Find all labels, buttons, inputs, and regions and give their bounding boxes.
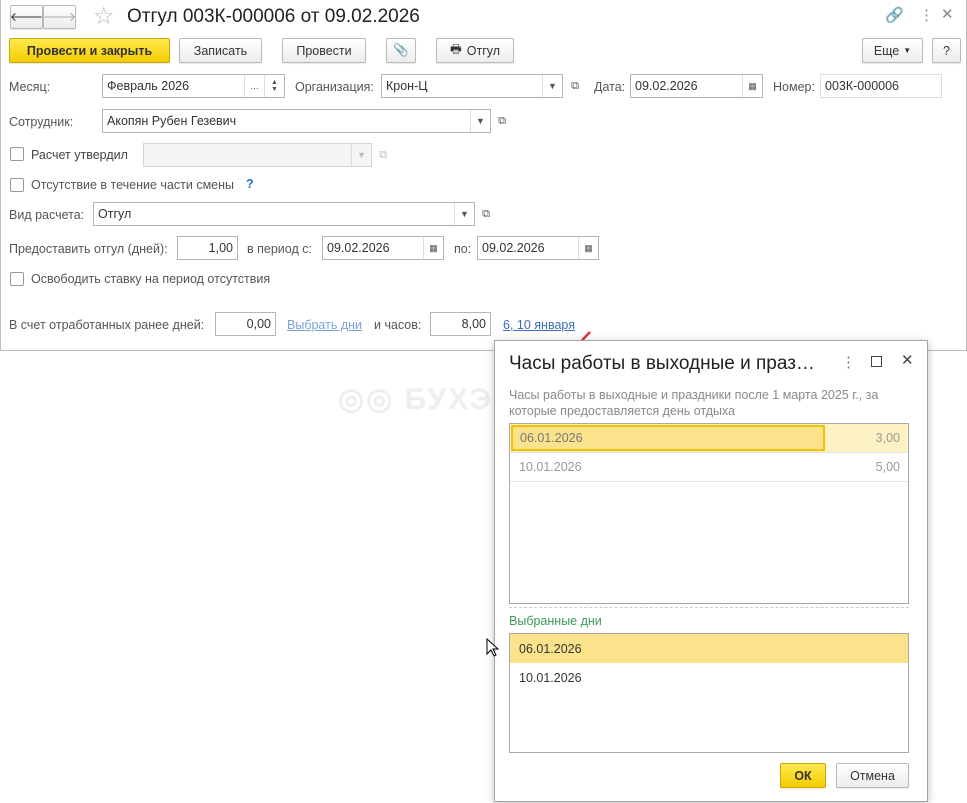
more-vert-icon[interactable]: ⋮ [919, 6, 934, 24]
print-label: Отгул [466, 43, 501, 58]
partial-checkbox[interactable] [10, 178, 24, 192]
month-label: Месяц: [9, 80, 51, 94]
ok-button[interactable]: ОК [780, 763, 826, 788]
date-cell: 10.01.2026 [519, 671, 582, 685]
link-icon[interactable]: 🔗 [885, 6, 904, 24]
days-field[interactable]: 1,00 [177, 236, 238, 260]
working-hours-dialog: Часы работы в выходные и праз… ⋮ ✕ Часы … [494, 340, 928, 802]
ellipsis-button[interactable]: … [244, 75, 264, 97]
period-from-label: в период с: [247, 242, 312, 256]
open-icon[interactable]: ⧉ [372, 144, 394, 166]
hours-cell: 5,00 [875, 460, 900, 474]
open-icon[interactable]: ⧉ [564, 75, 586, 97]
period-to-field[interactable]: 09.02.2026 ▦ [477, 236, 599, 260]
period-to-label: по: [454, 242, 472, 256]
arrow-left-icon: 🡐 [9, 9, 44, 24]
more-label: Еще [873, 43, 900, 58]
table-row[interactable]: 06.01.2026 [510, 634, 908, 663]
date-cell: 06.01.2026 [511, 425, 825, 451]
calendar-icon[interactable]: ▦ [423, 237, 443, 259]
dropdown-icon[interactable]: ▼ [470, 110, 490, 132]
maximize-icon[interactable] [871, 356, 882, 367]
employee-field[interactable]: Акопян Рубен Гезевич ▼ [102, 109, 491, 133]
help-icon[interactable]: ? [246, 177, 254, 191]
help-button[interactable]: ? [932, 38, 961, 63]
selected-days-table: 06.01.2026 10.01.2026 [509, 633, 909, 753]
save-button[interactable]: Записать [179, 38, 262, 63]
table-row[interactable]: 10.01.2026 [510, 663, 908, 692]
hours-label: и часов: [374, 318, 422, 332]
date-cell: 10.01.2026 [519, 460, 582, 474]
cancel-button[interactable]: Отмена [836, 763, 909, 788]
calendar-icon[interactable]: ▦ [578, 237, 598, 259]
selected-days-label: Выбранные дни [509, 614, 602, 628]
release-checkbox[interactable] [10, 272, 24, 286]
period-to-value: 09.02.2026 [482, 241, 545, 255]
table-row[interactable]: 06.01.2026 3,00 [510, 424, 908, 453]
window-title: Отгул 003К-000006 от 09.02.2026 [127, 6, 420, 27]
calc-type-field[interactable]: Отгул ▼ [93, 202, 475, 226]
approved-label: Расчет утвердил [31, 148, 128, 162]
employee-value: Акопян Рубен Гезевич [107, 114, 237, 128]
arrow-right-icon: 🡒 [42, 9, 77, 24]
number-field[interactable]: 003К-000006 [820, 74, 942, 98]
calc-type-value: Отгул [98, 207, 132, 221]
date-field[interactable]: 09.02.2026 ▦ [630, 74, 763, 98]
number-label: Номер: [773, 80, 815, 94]
divider [509, 607, 909, 608]
dialog-title: Часы работы в выходные и праз… [509, 353, 815, 374]
date-label: Дата: [594, 80, 626, 94]
print-button[interactable]: 🖶 Отгул [436, 38, 514, 63]
post-and-close-button[interactable]: Провести и закрыть [9, 38, 170, 63]
printer-icon: 🖶 [449, 42, 462, 56]
mouse-cursor-icon [486, 638, 500, 657]
close-icon[interactable]: ✕ [941, 5, 954, 23]
post-button[interactable]: Провести [282, 38, 366, 63]
period-from-value: 09.02.2026 [327, 241, 390, 255]
month-field[interactable]: Февраль 2026 … ▲ ▼ [102, 74, 285, 98]
document-form: 🡐 🡒 ☆ Отгул 003К-000006 от 09.02.2026 🔗 … [0, 0, 967, 351]
star-icon[interactable]: ☆ [93, 2, 115, 31]
attach-button[interactable]: 📎 [386, 38, 416, 63]
more-button[interactable]: Еще ▼ [862, 38, 923, 63]
dialog-description: Часы работы в выходные и праздники после… [509, 388, 879, 418]
org-field[interactable]: Крон-Ц ▼ [381, 74, 563, 98]
back-button[interactable]: 🡐 [10, 5, 43, 29]
approved-checkbox[interactable] [10, 147, 24, 161]
period-from-field[interactable]: 09.02.2026 ▦ [322, 236, 444, 260]
days-label: Предоставить отгул (дней): [9, 242, 168, 256]
close-icon[interactable]: ✕ [901, 351, 914, 369]
date-cell: 06.01.2026 [519, 642, 582, 656]
hours-cell: 3,00 [875, 431, 900, 445]
month-stepper[interactable]: ▲ ▼ [264, 75, 284, 97]
dropdown-icon[interactable]: ▼ [542, 75, 562, 97]
paperclip-icon: 📎 [393, 43, 409, 57]
worked-days-field[interactable]: 0,00 [215, 312, 276, 336]
hours-table: 06.01.2026 3,00 10.01.2026 5,00 [509, 423, 909, 604]
open-icon[interactable]: ⧉ [475, 203, 497, 225]
date-value: 09.02.2026 [635, 79, 698, 93]
table-row[interactable]: 10.01.2026 5,00 [510, 453, 908, 482]
calc-type-label: Вид расчета: [9, 208, 85, 222]
caret-down-icon: ▼ [903, 46, 912, 55]
month-value: Февраль 2026 [107, 79, 190, 93]
dropdown-icon[interactable]: ▼ [454, 203, 474, 225]
hours-field[interactable]: 8,00 [430, 312, 491, 336]
watermark-logo: ◎◎ БУХЭ [338, 383, 493, 416]
calendar-icon[interactable]: ▦ [742, 75, 762, 97]
more-vert-icon[interactable]: ⋮ [841, 353, 856, 371]
forward-button[interactable]: 🡒 [43, 5, 76, 29]
org-label: Организация: [295, 80, 374, 94]
worked-days-label: В счет отработанных ранее дней: [9, 318, 205, 332]
employee-label: Сотрудник: [9, 115, 74, 129]
select-days-link[interactable]: Выбрать дни [287, 318, 362, 332]
approved-field[interactable]: ▼ [143, 143, 372, 167]
partial-label: Отсутствие в течение части смены [31, 178, 235, 192]
dropdown-icon[interactable]: ▼ [351, 144, 371, 166]
open-icon[interactable]: ⧉ [491, 110, 513, 132]
org-value: Крон-Ц [386, 79, 428, 93]
release-label: Освободить ставку на период отсутствия [31, 272, 271, 286]
